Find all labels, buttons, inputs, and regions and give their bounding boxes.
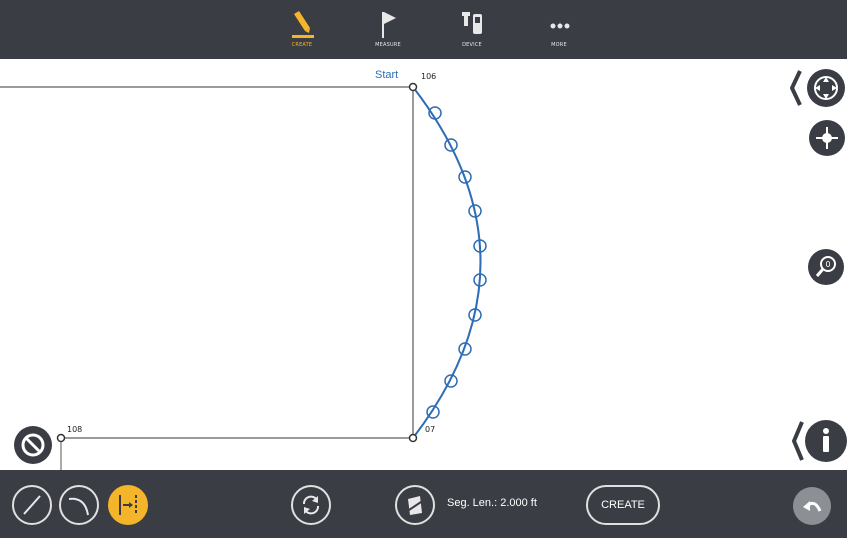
tab-measure[interactable]: MEASURE [358,6,418,56]
point-label-107: 07 [425,425,436,434]
refresh-button[interactable] [291,485,331,525]
bottom-toolbar: Seg. Len.: 2.000 ft CREATE [0,470,847,538]
drawing-svg [0,82,487,470]
tab-measure-label: MEASURE [375,42,401,48]
segment-length-text: Seg. Len.: 2.000 ft [447,497,537,509]
zoom-button[interactable]: 0 [808,249,844,285]
vertex-107 [408,433,418,443]
drawing-canvas[interactable]: Start 106 07 108 0 [0,59,847,470]
segment-icon [405,496,425,515]
refresh-icon [303,495,319,515]
center-crosshair-button[interactable] [807,120,847,156]
point-label-108: 108 [67,425,83,434]
info-button[interactable] [788,418,847,464]
arc-markers [426,106,487,419]
tab-device-label: DEVICE [462,42,482,48]
start-label: Start [375,69,399,81]
offset-icon [119,495,137,515]
offset-tool-button[interactable] [108,485,148,525]
vertex-108 [56,433,66,443]
tab-device[interactable]: DEVICE [442,6,502,56]
more-dots-icon [529,6,589,42]
tab-more-label: MORE [551,42,567,48]
tab-create[interactable]: CREATE [272,6,332,56]
point-label-106: 106 [421,72,437,81]
pencil-icon [272,6,332,42]
segment-button[interactable] [395,485,435,525]
vertex-points [56,82,418,443]
undo-icon [803,501,822,512]
top-toolbar: CREATE MEASURE DEVICE MORE [0,0,847,59]
line-icon [23,495,41,515]
pan-control-button[interactable] [786,67,847,109]
cancel-button[interactable] [13,425,53,465]
svg-text:0: 0 [825,260,830,269]
arc-icon [68,497,89,516]
tab-create-label: CREATE [291,42,313,48]
tab-more[interactable]: MORE [529,6,589,56]
vertex-106 [408,82,418,92]
create-button[interactable]: CREATE [586,485,660,525]
flag-icon [358,6,418,42]
device-icon [442,6,502,42]
undo-button[interactable] [793,487,831,525]
arc-tool-button[interactable] [59,485,99,525]
line-tool-button[interactable] [12,485,52,525]
